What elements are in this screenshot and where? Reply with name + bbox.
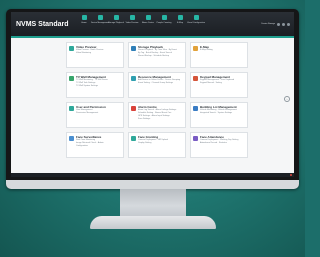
maximize-icon[interactable] xyxy=(282,22,285,26)
module-card-face-attendance[interactable]: Face Attendance Camera Deployment · Worki… xyxy=(190,132,248,158)
module-card-link[interactable]: Permission Management xyxy=(76,112,121,115)
module-card-link[interactable]: Attendance Record · Statistics xyxy=(200,142,245,145)
module-card-user-and-permission[interactable]: User and Permission User Management Permis… xyxy=(66,102,124,128)
module-card-link[interactable]: Record Backup · Schedule Backup xyxy=(138,55,183,58)
tv-wall-icon xyxy=(69,76,74,81)
module-card-storage-playback[interactable]: Storage Playback Record Playback · By Tim… xyxy=(128,42,186,68)
module-card-link[interactable]: TV Wall System Settings xyxy=(76,85,121,88)
header-status: Device Storage xyxy=(261,23,275,25)
user-icon xyxy=(69,106,74,111)
module-card-e-map[interactable]: E-Map E-Map Editing xyxy=(190,42,248,68)
module-card-link[interactable]: Integrated Search · System Settings xyxy=(200,112,245,115)
nav-item-storage-playback[interactable]: Storage Playback xyxy=(108,12,124,34)
module-card-link[interactable]: Video Monitoring xyxy=(76,52,121,55)
building-icon xyxy=(193,106,198,111)
nav-item-label: Storage Playback xyxy=(108,22,124,24)
nav-item-alarm-centre[interactable]: Alarm Centre xyxy=(140,12,156,34)
module-card-link[interactable]: E-Map Editing xyxy=(200,49,245,52)
device-icon xyxy=(97,15,103,20)
nav-item-people-counting[interactable]: People Counting xyxy=(156,12,172,34)
module-card-video-preview[interactable]: Video Preview Video Preview · Batch Previ… xyxy=(66,42,124,68)
face-granting-icon xyxy=(131,136,136,141)
nav-item-visual-configuration[interactable]: Visual Configuration xyxy=(187,12,205,34)
module-card-link[interactable]: Configuration xyxy=(76,145,121,148)
keypad-icon xyxy=(193,76,198,81)
status-bar xyxy=(11,173,294,177)
next-page-button[interactable]: › xyxy=(284,96,290,102)
alarm-centre-icon xyxy=(131,106,136,111)
nav-item-label: Video Preview xyxy=(125,22,139,24)
header-accent-bar xyxy=(11,36,294,38)
nav-item-device-management[interactable]: Device Management xyxy=(90,12,110,34)
video-icon xyxy=(129,15,135,20)
monitor-stand-neck xyxy=(120,189,186,217)
module-card-resource-management[interactable]: Resource Management Add Device to Online … xyxy=(128,72,186,98)
people-icon xyxy=(161,15,167,20)
home-icon xyxy=(81,15,87,20)
monitor-stand-base xyxy=(90,216,216,229)
video-preview-icon xyxy=(69,46,74,51)
close-icon[interactable] xyxy=(287,22,290,26)
main-nav: Home Device Management Storage Playback Vid… xyxy=(76,12,205,36)
nav-item-label: Visual Configuration xyxy=(187,22,205,24)
app-title: NVMS Standard xyxy=(16,20,69,28)
map-icon xyxy=(177,15,183,20)
alarm-icon xyxy=(145,15,151,20)
resource-icon xyxy=(131,76,136,81)
nav-item-label: People Counting xyxy=(156,22,172,24)
config-icon xyxy=(193,15,199,20)
header-right: Device Storage xyxy=(261,22,290,26)
nav-item-home[interactable]: Home xyxy=(76,12,92,34)
module-card-link[interactable]: Face Settings xyxy=(138,118,183,121)
module-card-tv-wall-management[interactable]: TV Wall Management TV Wall Monitoring · T… xyxy=(66,72,124,98)
nav-item-e-map[interactable]: E-Map xyxy=(172,12,188,34)
attendance-icon xyxy=(193,136,198,141)
module-card-alarm-centre[interactable]: Alarm Centre Alarm Log Search · Alarm Lin… xyxy=(128,102,186,128)
module-grid: Video Preview Video Preview · Batch Previ… xyxy=(66,42,249,162)
monitor-chin xyxy=(6,180,299,189)
nav-item-label: Alarm Centre xyxy=(142,22,154,24)
nav-item-label: Home xyxy=(81,22,87,24)
module-card-face-surveillance[interactable]: Face Surveillance Real-Time Monitoring Ima… xyxy=(66,132,124,158)
minimize-icon[interactable] xyxy=(277,22,280,26)
module-card-keypad-management[interactable]: Keypad Management Keypad Management · Use… xyxy=(190,72,248,98)
storage-icon xyxy=(113,15,119,20)
module-card-link[interactable]: Display Setting xyxy=(138,142,183,145)
face-icon xyxy=(69,136,74,141)
nav-item-video-preview[interactable]: Video Preview xyxy=(124,12,140,34)
nav-item-label: Device Management xyxy=(90,22,110,24)
chevron-right-icon: › xyxy=(286,96,288,101)
module-card-face-granting[interactable]: Face Granting Camera Deployment · HR Uplo… xyxy=(128,132,186,158)
app-header: NVMS Standard Home Device Management Stora… xyxy=(11,12,294,36)
alert-icon[interactable] xyxy=(290,174,292,176)
module-card-link[interactable]: Event Setting · Channel Group Settings xyxy=(138,82,183,85)
nav-item-label: E-Map xyxy=(177,22,183,24)
monitor-screen: NVMS Standard Home Device Management Stora… xyxy=(11,12,294,177)
storage-playback-icon xyxy=(131,46,136,51)
module-card-building-lot-management[interactable]: Building Lot Management Vehicle Monitorin… xyxy=(190,102,248,128)
module-card-link[interactable]: Keypad Manual · Setting xyxy=(200,82,245,85)
e-map-icon xyxy=(193,46,198,51)
